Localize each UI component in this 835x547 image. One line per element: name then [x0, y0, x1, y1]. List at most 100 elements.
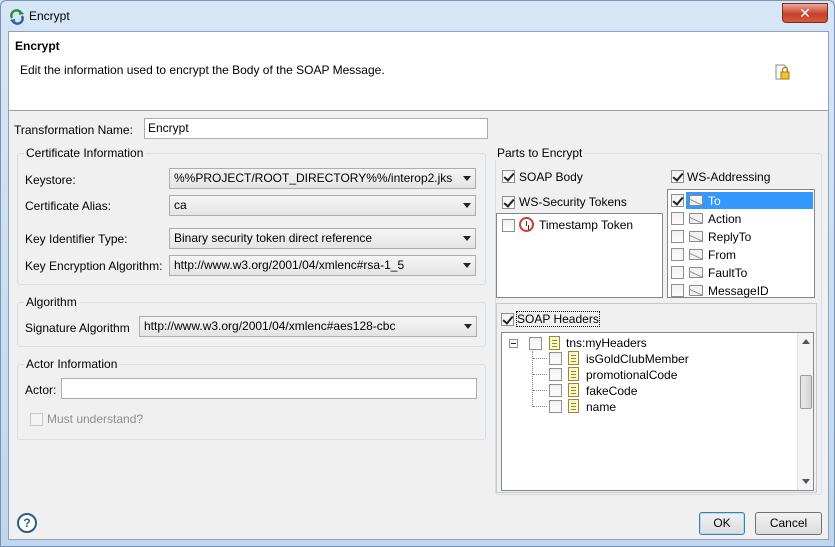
keystore-value: %%PROJECT/ROOT_DIRECTORY%%/interop2.jks [174, 171, 453, 185]
actor-group-title: Actor Information [24, 357, 120, 371]
tree-root-label[interactable]: tns:myHeaders [566, 336, 647, 350]
actor-input[interactable] [61, 378, 477, 399]
banner-description: Edit the information used to encrypt the… [20, 63, 385, 77]
chevron-down-icon [463, 203, 471, 208]
must-understand-label: Must understand? [47, 412, 144, 426]
scroll-down-icon[interactable] [802, 479, 810, 484]
selected-row-highlight [686, 192, 813, 209]
soap-body-checkbox[interactable] [502, 170, 515, 183]
certificate-alias-dropdown[interactable]: ca [169, 195, 476, 216]
key-encryption-label: Key Encryption Algorithm: [25, 259, 163, 273]
ws-addressing-item-to-checkbox[interactable] [671, 194, 684, 207]
help-icon[interactable]: ? [17, 513, 37, 533]
signature-algorithm-label: Signature Algorithm [25, 321, 130, 335]
ws-addressing-item-messageid-checkbox[interactable] [671, 284, 684, 297]
tree-connector [533, 406, 547, 407]
soap-headers-checkbox[interactable] [501, 313, 514, 326]
certificate-group-title: Certificate Information [24, 146, 146, 160]
tree-child-checkbox[interactable] [549, 368, 562, 381]
tree-child-checkbox[interactable] [549, 400, 562, 413]
tree-child-fakecode[interactable]: fakeCode [586, 384, 637, 398]
chevron-down-icon [463, 176, 471, 181]
ws-addressing-item-to[interactable]: To [708, 194, 721, 208]
key-identifier-dropdown[interactable]: Binary security token direct reference [169, 228, 476, 249]
transformation-name-field[interactable]: Encrypt [144, 118, 488, 139]
key-identifier-label: Key Identifier Type: [25, 232, 128, 246]
envelope-icon [689, 195, 703, 206]
keystore-dropdown[interactable]: %%PROJECT/ROOT_DIRECTORY%%/interop2.jks [169, 168, 476, 189]
soap-headers-tree[interactable]: tns:myHeaders isGoldClubMember promotion… [501, 332, 814, 491]
ws-security-checkbox[interactable] [502, 196, 515, 209]
signature-algorithm-dropdown[interactable]: http://www.w3.org/2001/04/xmlenc#aes128-… [139, 316, 477, 337]
tree-child-checkbox[interactable] [549, 384, 562, 397]
tree-scrollbar[interactable] [797, 333, 813, 490]
timestamp-checkbox[interactable] [502, 219, 515, 232]
document-icon [568, 399, 579, 413]
chevron-down-icon [463, 263, 471, 268]
ws-addressing-item-faultto-checkbox[interactable] [671, 266, 684, 279]
timestamp-label: Timestamp Token [539, 218, 634, 232]
scroll-up-icon[interactable] [802, 339, 810, 344]
close-button[interactable]: ✕ [782, 3, 828, 23]
banner-title: Encrypt [15, 39, 60, 53]
envelope-icon [689, 267, 703, 278]
signature-algorithm-value: http://www.w3.org/2001/04/xmlenc#aes128-… [144, 319, 396, 333]
tree-connector [532, 351, 533, 407]
key-encryption-dropdown[interactable]: http://www.w3.org/2001/04/xmlenc#rsa-1_5 [169, 255, 476, 276]
document-icon [568, 367, 579, 381]
header-banner: Encrypt Edit the information used to enc… [9, 32, 828, 111]
tree-connector [533, 374, 547, 375]
certificate-alias-label: Certificate Alias: [25, 199, 112, 213]
key-encryption-value: http://www.w3.org/2001/04/xmlenc#rsa-1_5 [174, 258, 405, 272]
tree-child-isgoldclubmember[interactable]: isGoldClubMember [586, 352, 689, 366]
envelope-icon [689, 249, 703, 260]
document-icon [568, 383, 579, 397]
ws-addressing-item-messageid[interactable]: MessageID [708, 284, 769, 298]
close-icon: ✕ [799, 5, 811, 21]
keystore-label: Keystore: [25, 173, 76, 187]
tree-connector [533, 358, 547, 359]
document-icon [568, 351, 579, 365]
tree-root-checkbox[interactable] [529, 337, 542, 350]
lock-document-icon [775, 64, 790, 80]
ws-addressing-item-from[interactable]: From [708, 248, 736, 262]
must-understand-checkbox[interactable] [30, 413, 43, 426]
parts-group-title: Parts to Encrypt [495, 146, 585, 160]
dialog-window: Encrypt ✕ Encrypt Edit the information u… [0, 0, 835, 547]
algorithm-group-title: Algorithm [24, 295, 79, 309]
tree-child-promotionalcode[interactable]: promotionalCode [586, 368, 677, 382]
title-bar[interactable]: Encrypt ✕ [1, 1, 834, 31]
transformation-name-label: Transformation Name: [14, 123, 133, 137]
ws-addressing-item-replyto-checkbox[interactable] [671, 230, 684, 243]
chevron-down-icon [463, 236, 471, 241]
actor-group [17, 364, 486, 440]
ws-addressing-item-faultto[interactable]: FaultTo [708, 266, 747, 280]
collapse-icon[interactable] [509, 339, 518, 348]
document-icon [549, 336, 560, 350]
soap-headers-label: SOAP Headers [516, 311, 600, 327]
scrollbar-thumb[interactable] [800, 375, 812, 409]
ws-addressing-checkbox[interactable] [671, 170, 684, 183]
window-title: Encrypt [29, 9, 70, 23]
envelope-icon [689, 285, 703, 296]
tree-child-name[interactable]: name [586, 400, 616, 414]
tree-child-checkbox[interactable] [549, 352, 562, 365]
ws-addressing-item-replyto[interactable]: ReplyTo [708, 230, 751, 244]
actor-label: Actor: [25, 383, 57, 397]
ws-addressing-list[interactable]: To Action ReplyTo From FaultTo MessageID [667, 189, 815, 298]
key-identifier-value: Binary security token direct reference [174, 231, 373, 245]
tree-connector [533, 390, 547, 391]
ws-addressing-item-action-checkbox[interactable] [671, 212, 684, 225]
envelope-icon [689, 213, 703, 224]
ws-security-list: Timestamp Token [496, 213, 663, 298]
dialog-body: Encrypt Edit the information used to enc… [8, 31, 829, 540]
encrypt-app-icon [10, 9, 24, 25]
chevron-down-icon [464, 324, 472, 329]
cancel-button[interactable]: Cancel [755, 512, 822, 535]
clock-icon [519, 217, 534, 232]
certificate-alias-value: ca [174, 198, 187, 212]
ws-addressing-item-action[interactable]: Action [708, 212, 741, 226]
ws-security-label: WS-Security Tokens [519, 195, 627, 209]
ok-button[interactable]: OK [699, 512, 745, 535]
ws-addressing-item-from-checkbox[interactable] [671, 248, 684, 261]
